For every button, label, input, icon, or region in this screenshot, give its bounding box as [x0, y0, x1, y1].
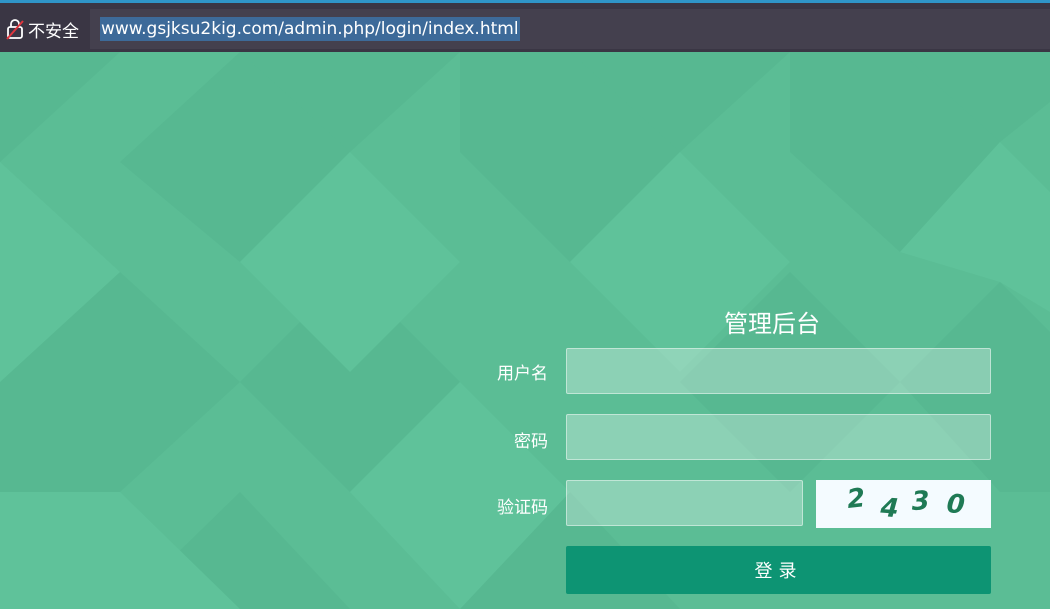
captcha-char: 3	[911, 486, 931, 517]
captcha-label: 验证码	[497, 498, 548, 518]
password-label: 密码	[514, 432, 548, 452]
captcha-input[interactable]	[566, 480, 803, 526]
password-input[interactable]	[566, 414, 991, 460]
captcha-image[interactable]: 2430	[816, 480, 991, 528]
login-page: 管理后台 用户名 密码 验证码 2430 登录	[0, 52, 1050, 609]
username-label: 用户名	[497, 364, 548, 384]
login-title: 管理后台	[724, 310, 820, 338]
security-label: 不安全	[28, 21, 79, 42]
browser-address-bar: 不安全 www.gsjksu2kig.com/admin.php/login/i…	[0, 0, 1050, 52]
login-button[interactable]: 登录	[566, 546, 991, 594]
insecure-lock-icon	[6, 18, 24, 40]
address-bar-inner: 不安全 www.gsjksu2kig.com/admin.php/login/i…	[0, 9, 1050, 49]
captcha-char: 2	[846, 483, 867, 515]
captcha-char: 4	[879, 493, 900, 524]
captcha-code-svg: 2430	[846, 483, 966, 524]
username-input[interactable]	[566, 348, 991, 394]
url-text[interactable]: www.gsjksu2kig.com/admin.php/login/index…	[100, 17, 520, 41]
security-indicator[interactable]: 不安全	[0, 9, 90, 49]
captcha-char: 0	[945, 489, 966, 520]
